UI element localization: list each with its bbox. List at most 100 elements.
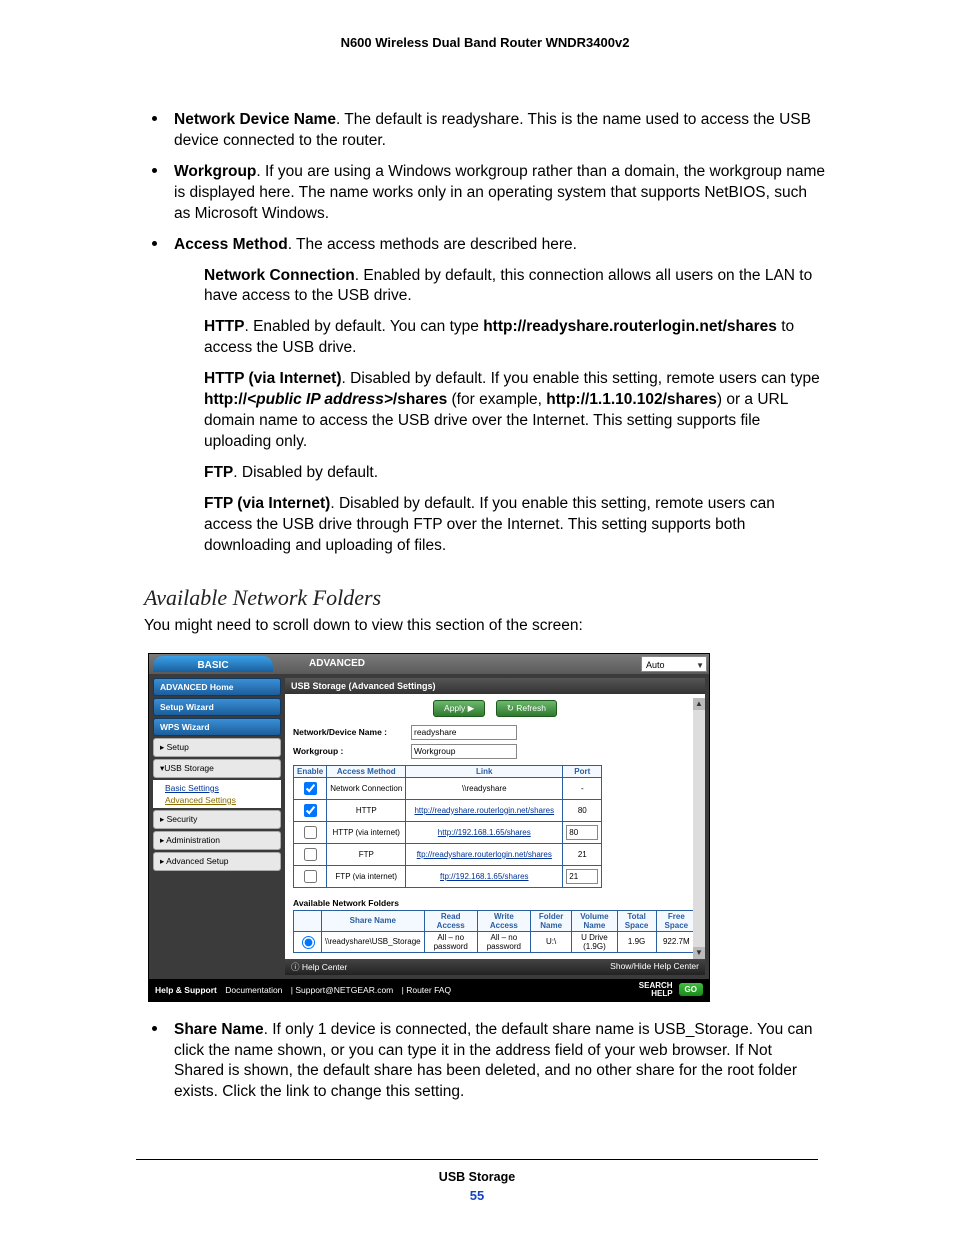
label: Workgroup : (293, 746, 411, 756)
section-intro: You might need to scroll down to view th… (144, 617, 826, 635)
text: . Enabled by default. You can type (244, 318, 483, 335)
enable-checkbox[interactable] (304, 804, 317, 817)
refresh-button[interactable]: ↻ Refresh (496, 700, 557, 717)
scrollbar[interactable]: ▲ ▼ (693, 698, 705, 959)
main-panel: USB Storage (Advanced Settings) Apply ▶ … (285, 678, 705, 975)
term: Share Name (174, 1021, 264, 1038)
footer-search-label: SEARCH HELP (639, 982, 673, 998)
para-netconn: Network Connection. Enabled by default, … (204, 266, 826, 308)
access-method-row: FTP (via internet)ftp://192.168.1.65/sha… (294, 865, 602, 887)
go-button[interactable]: GO (679, 983, 703, 996)
bullet-list: Network Device Name. The default is read… (144, 110, 826, 557)
sidebar-sub-advanced[interactable]: Advanced Settings (165, 794, 281, 806)
th-port: Port (563, 765, 602, 777)
cell-port: 80 (563, 799, 602, 821)
sidebar-item-advsetup[interactable]: ▸ Advanced Setup (153, 852, 281, 871)
cell-volume: U Drive (1.9G) (572, 931, 617, 952)
sidebar: ADVANCED Home Setup Wizard WPS Wizard ▸ … (153, 678, 281, 975)
sidebar-item-home[interactable]: ADVANCED Home (153, 678, 281, 696)
tab-advanced[interactable]: ADVANCED (277, 654, 397, 674)
row-device-name: Network/Device Name : (285, 723, 705, 742)
footer-faq-link[interactable]: Router FAQ (406, 985, 451, 995)
tab-basic[interactable]: BASIC (153, 656, 273, 672)
th-read: Read Access (424, 910, 477, 931)
bullet-ndn: Network Device Name. The default is read… (144, 110, 826, 152)
language-select[interactable]: Auto (641, 656, 707, 672)
sidebar-subitems: Basic Settings Advanced Settings (153, 780, 281, 808)
th-total: Total Space (617, 910, 656, 931)
th-link: Link (406, 765, 563, 777)
th-write: Write Access (477, 910, 530, 931)
help-center-toggle[interactable]: ⓘ Help Center (291, 961, 347, 973)
label: Network/Device Name : (293, 727, 411, 737)
enable-checkbox[interactable] (304, 782, 317, 795)
term: FTP (via Internet) (204, 495, 330, 512)
enable-checkbox[interactable] (304, 826, 317, 839)
help-show-hide[interactable]: Show/Hide Help Center (610, 961, 699, 973)
access-method-table: Enable Access Method Link Port Network C… (293, 765, 602, 888)
port-input[interactable] (566, 869, 598, 884)
footer-help: Help & Support (155, 985, 217, 995)
cell-port: 21 (563, 843, 602, 865)
th-enable: Enable (294, 765, 327, 777)
sidebar-item-security[interactable]: ▸ Security (153, 810, 281, 829)
router-admin-screenshot: BASIC ADVANCED Auto ADVANCED Home Setup … (148, 653, 710, 1002)
scroll-up-icon[interactable]: ▲ (693, 698, 705, 710)
sidebar-item-usb[interactable]: ▾USB Storage (153, 759, 281, 778)
access-method-row: Network Connection\\readyshare- (294, 777, 602, 799)
url-example: http://1.1.10.102/shares (546, 391, 717, 408)
panel-title: USB Storage (Advanced Settings) (285, 678, 705, 694)
term: Access Method (174, 236, 288, 253)
th-free: Free Space (656, 910, 696, 931)
bullet-access-method: Access Method. The access methods are de… (144, 235, 826, 557)
device-name-input[interactable] (411, 725, 517, 740)
folder-row: \\readyshare\USB_Storage All – no passwo… (294, 931, 697, 952)
cell-method: HTTP (327, 799, 406, 821)
sidebar-item-setup[interactable]: ▸ Setup (153, 738, 281, 757)
text: (for example, (447, 391, 546, 408)
cell-total: 1.9G (617, 931, 656, 952)
enable-checkbox[interactable] (304, 870, 317, 883)
th-sel (294, 910, 322, 931)
scroll-down-icon[interactable]: ▼ (693, 947, 705, 959)
apply-button[interactable]: Apply ▶ (433, 700, 485, 717)
doc-title: N600 Wireless Dual Band Router WNDR3400v… (144, 35, 826, 50)
sidebar-sub-basic[interactable]: Basic Settings (165, 782, 281, 794)
folder-select-radio[interactable] (302, 936, 315, 949)
enable-checkbox[interactable] (304, 848, 317, 861)
sidebar-item-setup-wiz[interactable]: Setup Wizard (153, 698, 281, 716)
workgroup-input[interactable] (411, 744, 517, 759)
sidebar-item-admin[interactable]: ▸ Administration (153, 831, 281, 850)
access-method-row: HTTP (via internet) http://192.168.1.65/s… (294, 821, 602, 843)
port-input[interactable] (566, 825, 598, 840)
footer-page-number: 55 (0, 1188, 954, 1203)
access-method-row: FTPftp://readyshare.routerlogin.net/shar… (294, 843, 602, 865)
para-ftp: FTP. Disabled by default. (204, 463, 826, 484)
bullet-share-name: Share Name. If only 1 device is connecte… (144, 1020, 826, 1104)
footer-doc-link[interactable]: Documentation (225, 985, 282, 995)
cell-link[interactable]: ftp://192.168.1.65/shares (440, 872, 529, 881)
section-heading: Available Network Folders (144, 585, 826, 611)
para-http-internet: HTTP (via Internet). Disabled by default… (204, 369, 826, 453)
cell-share: \\readyshare\USB_Storage (322, 931, 425, 952)
cell-method: HTTP (via internet) (327, 821, 406, 843)
text: . If only 1 device is connected, the def… (174, 1021, 812, 1101)
sidebar-item-wps-wiz[interactable]: WPS Wizard (153, 718, 281, 736)
cell-free: 922.7M (656, 931, 696, 952)
text: . If you are using a Windows workgroup r… (174, 163, 825, 222)
cell-link: \\readyshare (406, 777, 563, 799)
footer-support-link[interactable]: Support@NETGEAR.com (295, 985, 393, 995)
folders-table: Share Name Read Access Write Access Fold… (293, 910, 697, 953)
th-volume: Volume Name (572, 910, 617, 931)
text: . The access methods are described here. (288, 236, 577, 253)
bullet-workgroup: Workgroup. If you are using a Windows wo… (144, 162, 826, 225)
cell-link[interactable]: ftp://readyshare.routerlogin.net/shares (417, 850, 552, 859)
cell-link[interactable]: http://readyshare.routerlogin.net/shares (414, 806, 554, 815)
th-folder: Folder Name (530, 910, 571, 931)
url-template: http://<public IP address>/shares (204, 391, 447, 408)
url: http://readyshare.routerlogin.net/shares (483, 318, 777, 335)
th-share: Share Name (322, 910, 425, 931)
footer-bar: Help & Support Documentation | Support@N… (149, 979, 709, 1001)
page-footer: USB Storage 55 (0, 1159, 954, 1203)
cell-link[interactable]: http://192.168.1.65/shares (438, 828, 531, 837)
